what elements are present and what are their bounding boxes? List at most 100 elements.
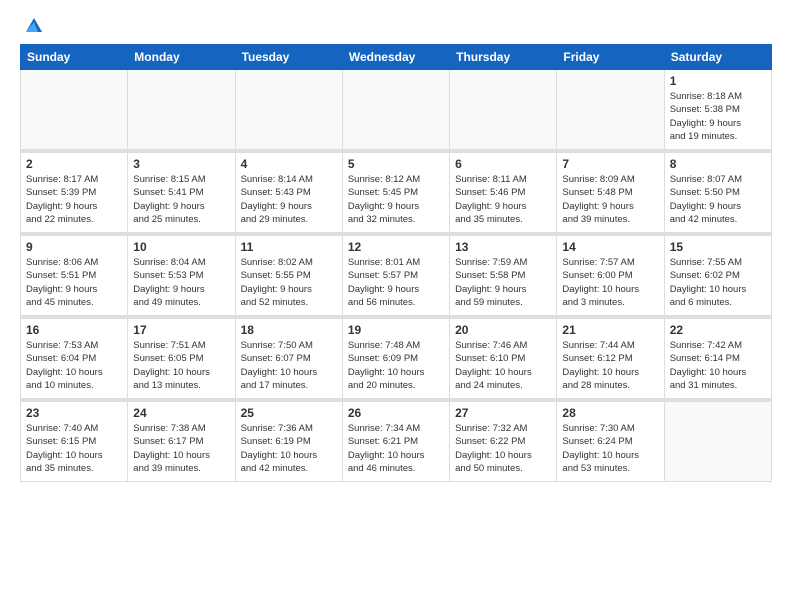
day-info: Sunrise: 7:38 AM Sunset: 6:17 PM Dayligh…: [133, 422, 229, 475]
day-cell: 2 Sunrise: 8:17 AM Sunset: 5:39 PM Daylig…: [21, 153, 128, 233]
day-cell: 8 Sunrise: 8:07 AM Sunset: 5:50 PM Daylig…: [664, 153, 771, 233]
day-cell: 9 Sunrise: 8:06 AM Sunset: 5:51 PM Daylig…: [21, 236, 128, 316]
day-cell: 21 Sunrise: 7:44 AM Sunset: 6:12 PM Dayli…: [557, 319, 664, 399]
day-number: 10: [133, 240, 229, 254]
day-info: Sunrise: 7:36 AM Sunset: 6:19 PM Dayligh…: [241, 422, 337, 475]
day-cell: [128, 70, 235, 150]
day-cell: 12 Sunrise: 8:01 AM Sunset: 5:57 PM Dayli…: [342, 236, 449, 316]
day-cell: 25 Sunrise: 7:36 AM Sunset: 6:19 PM Dayli…: [235, 402, 342, 482]
week-row-2: 2 Sunrise: 8:17 AM Sunset: 5:39 PM Daylig…: [21, 153, 772, 233]
day-info: Sunrise: 7:48 AM Sunset: 6:09 PM Dayligh…: [348, 339, 444, 392]
day-cell: 20 Sunrise: 7:46 AM Sunset: 6:10 PM Dayli…: [450, 319, 557, 399]
day-cell: 5 Sunrise: 8:12 AM Sunset: 5:45 PM Daylig…: [342, 153, 449, 233]
day-info: Sunrise: 8:02 AM Sunset: 5:55 PM Dayligh…: [241, 256, 337, 309]
day-number: 20: [455, 323, 551, 337]
day-info: Sunrise: 8:18 AM Sunset: 5:38 PM Dayligh…: [670, 90, 766, 143]
day-info: Sunrise: 8:06 AM Sunset: 5:51 PM Dayligh…: [26, 256, 122, 309]
day-info: Sunrise: 8:15 AM Sunset: 5:41 PM Dayligh…: [133, 173, 229, 226]
day-number: 24: [133, 406, 229, 420]
day-number: 2: [26, 157, 122, 171]
day-cell: 24 Sunrise: 7:38 AM Sunset: 6:17 PM Dayli…: [128, 402, 235, 482]
day-info: Sunrise: 7:44 AM Sunset: 6:12 PM Dayligh…: [562, 339, 658, 392]
day-info: Sunrise: 8:01 AM Sunset: 5:57 PM Dayligh…: [348, 256, 444, 309]
day-number: 27: [455, 406, 551, 420]
day-cell: 22 Sunrise: 7:42 AM Sunset: 6:14 PM Dayli…: [664, 319, 771, 399]
day-cell: 6 Sunrise: 8:11 AM Sunset: 5:46 PM Daylig…: [450, 153, 557, 233]
weekday-header-saturday: Saturday: [664, 45, 771, 70]
weekday-header-tuesday: Tuesday: [235, 45, 342, 70]
day-number: 8: [670, 157, 766, 171]
day-cell: 28Sunrise: 7:30 AM Sunset: 6:24 PM Dayli…: [557, 402, 664, 482]
day-cell: 23Sunrise: 7:40 AM Sunset: 6:15 PM Dayli…: [21, 402, 128, 482]
day-info: Sunrise: 7:50 AM Sunset: 6:07 PM Dayligh…: [241, 339, 337, 392]
day-info: Sunrise: 7:57 AM Sunset: 6:00 PM Dayligh…: [562, 256, 658, 309]
weekday-header-monday: Monday: [128, 45, 235, 70]
day-number: 5: [348, 157, 444, 171]
day-number: 26: [348, 406, 444, 420]
logo-icon: [22, 14, 44, 36]
day-cell: 27 Sunrise: 7:32 AM Sunset: 6:22 PM Dayli…: [450, 402, 557, 482]
day-info: Sunrise: 7:42 AM Sunset: 6:14 PM Dayligh…: [670, 339, 766, 392]
weekday-header-thursday: Thursday: [450, 45, 557, 70]
day-number: 14: [562, 240, 658, 254]
week-row-5: 23Sunrise: 7:40 AM Sunset: 6:15 PM Dayli…: [21, 402, 772, 482]
weekday-header-friday: Friday: [557, 45, 664, 70]
day-number: 16: [26, 323, 122, 337]
day-number: 25: [241, 406, 337, 420]
day-cell: 16Sunrise: 7:53 AM Sunset: 6:04 PM Dayli…: [21, 319, 128, 399]
day-cell: 1Sunrise: 8:18 AM Sunset: 5:38 PM Daylig…: [664, 70, 771, 150]
day-info: Sunrise: 8:11 AM Sunset: 5:46 PM Dayligh…: [455, 173, 551, 226]
day-cell: [664, 402, 771, 482]
day-cell: [450, 70, 557, 150]
day-cell: 18 Sunrise: 7:50 AM Sunset: 6:07 PM Dayli…: [235, 319, 342, 399]
day-info: Sunrise: 7:46 AM Sunset: 6:10 PM Dayligh…: [455, 339, 551, 392]
week-row-1: 1Sunrise: 8:18 AM Sunset: 5:38 PM Daylig…: [21, 70, 772, 150]
calendar: SundayMondayTuesdayWednesdayThursdayFrid…: [20, 44, 772, 482]
day-number: 3: [133, 157, 229, 171]
logo: [20, 16, 44, 36]
day-cell: 26 Sunrise: 7:34 AM Sunset: 6:21 PM Dayli…: [342, 402, 449, 482]
day-number: 22: [670, 323, 766, 337]
day-cell: 10 Sunrise: 8:04 AM Sunset: 5:53 PM Dayli…: [128, 236, 235, 316]
day-info: Sunrise: 8:04 AM Sunset: 5:53 PM Dayligh…: [133, 256, 229, 309]
weekday-header-row: SundayMondayTuesdayWednesdayThursdayFrid…: [21, 45, 772, 70]
day-cell: 19 Sunrise: 7:48 AM Sunset: 6:09 PM Dayli…: [342, 319, 449, 399]
day-info: Sunrise: 8:12 AM Sunset: 5:45 PM Dayligh…: [348, 173, 444, 226]
day-cell: [342, 70, 449, 150]
weekday-header-wednesday: Wednesday: [342, 45, 449, 70]
day-number: 15: [670, 240, 766, 254]
day-number: 7: [562, 157, 658, 171]
day-number: 13: [455, 240, 551, 254]
day-info: Sunrise: 8:09 AM Sunset: 5:48 PM Dayligh…: [562, 173, 658, 226]
day-number: 6: [455, 157, 551, 171]
week-row-4: 16Sunrise: 7:53 AM Sunset: 6:04 PM Dayli…: [21, 319, 772, 399]
day-cell: 3 Sunrise: 8:15 AM Sunset: 5:41 PM Daylig…: [128, 153, 235, 233]
day-number: 9: [26, 240, 122, 254]
day-number: 12: [348, 240, 444, 254]
day-cell: 15 Sunrise: 7:55 AM Sunset: 6:02 PM Dayli…: [664, 236, 771, 316]
day-info: Sunrise: 8:17 AM Sunset: 5:39 PM Dayligh…: [26, 173, 122, 226]
day-cell: 7 Sunrise: 8:09 AM Sunset: 5:48 PM Daylig…: [557, 153, 664, 233]
day-cell: 17Sunrise: 7:51 AM Sunset: 6:05 PM Dayli…: [128, 319, 235, 399]
week-row-3: 9 Sunrise: 8:06 AM Sunset: 5:51 PM Daylig…: [21, 236, 772, 316]
day-number: 19: [348, 323, 444, 337]
day-number: 17: [133, 323, 229, 337]
day-info: Sunrise: 7:34 AM Sunset: 6:21 PM Dayligh…: [348, 422, 444, 475]
day-info: Sunrise: 8:07 AM Sunset: 5:50 PM Dayligh…: [670, 173, 766, 226]
day-number: 4: [241, 157, 337, 171]
day-cell: 11 Sunrise: 8:02 AM Sunset: 5:55 PM Dayli…: [235, 236, 342, 316]
day-cell: [235, 70, 342, 150]
day-number: 11: [241, 240, 337, 254]
day-info: Sunrise: 7:30 AM Sunset: 6:24 PM Dayligh…: [562, 422, 658, 475]
day-number: 18: [241, 323, 337, 337]
day-number: 21: [562, 323, 658, 337]
day-info: Sunrise: 7:32 AM Sunset: 6:22 PM Dayligh…: [455, 422, 551, 475]
header: [20, 16, 772, 36]
day-cell: [557, 70, 664, 150]
day-cell: 13Sunrise: 7:59 AM Sunset: 5:58 PM Dayli…: [450, 236, 557, 316]
day-info: Sunrise: 7:40 AM Sunset: 6:15 PM Dayligh…: [26, 422, 122, 475]
page: SundayMondayTuesdayWednesdayThursdayFrid…: [0, 0, 792, 612]
day-info: Sunrise: 8:14 AM Sunset: 5:43 PM Dayligh…: [241, 173, 337, 226]
day-info: Sunrise: 7:55 AM Sunset: 6:02 PM Dayligh…: [670, 256, 766, 309]
day-cell: 14 Sunrise: 7:57 AM Sunset: 6:00 PM Dayli…: [557, 236, 664, 316]
